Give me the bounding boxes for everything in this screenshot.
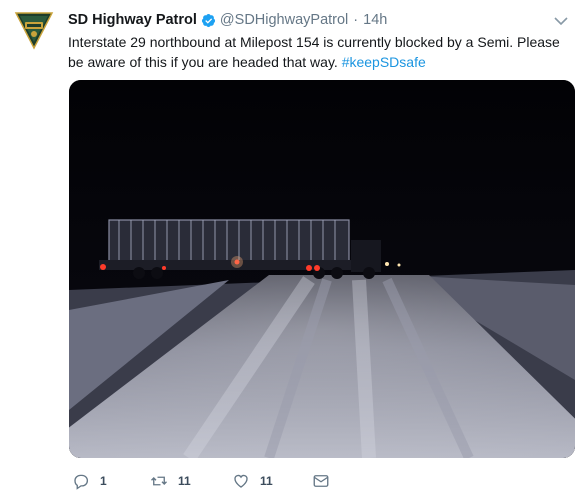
timestamp[interactable]: 14h (363, 12, 387, 28)
envelope-icon (313, 475, 329, 487)
highway-patrol-badge-icon (14, 12, 54, 50)
tweet-body: Interstate 29 northbound at Milepost 154… (68, 34, 560, 70)
chevron-down-icon[interactable] (554, 13, 568, 26)
separator-dot: · (353, 12, 359, 28)
author-name[interactable]: SD Highway Patrol (68, 12, 197, 28)
tweet-photo[interactable] (69, 80, 575, 458)
tweet-header: SD Highway Patrol @SDHighwayPatrol · 14h (68, 10, 552, 30)
retweet-icon (151, 476, 167, 486)
author-handle[interactable]: @SDHighwayPatrol (220, 12, 348, 28)
retweet-button[interactable]: 11 (150, 472, 191, 490)
verified-badge-icon (201, 13, 216, 28)
reply-button[interactable]: 1 (72, 472, 107, 490)
tweet-text: Interstate 29 northbound at Milepost 154… (68, 32, 568, 72)
photo-night-highway-semi-image (69, 80, 575, 458)
hashtag-link[interactable]: #keepSDsafe (342, 54, 426, 70)
avatar[interactable] (14, 10, 54, 50)
like-count: 11 (260, 474, 273, 488)
direct-message-button[interactable] (312, 472, 330, 490)
like-button[interactable]: 11 (232, 472, 273, 490)
reply-count: 1 (100, 474, 107, 488)
reply-icon (74, 474, 89, 490)
tweet-actions: 1 11 11 (68, 470, 368, 493)
heart-icon (234, 474, 248, 488)
retweet-count: 11 (178, 474, 191, 488)
